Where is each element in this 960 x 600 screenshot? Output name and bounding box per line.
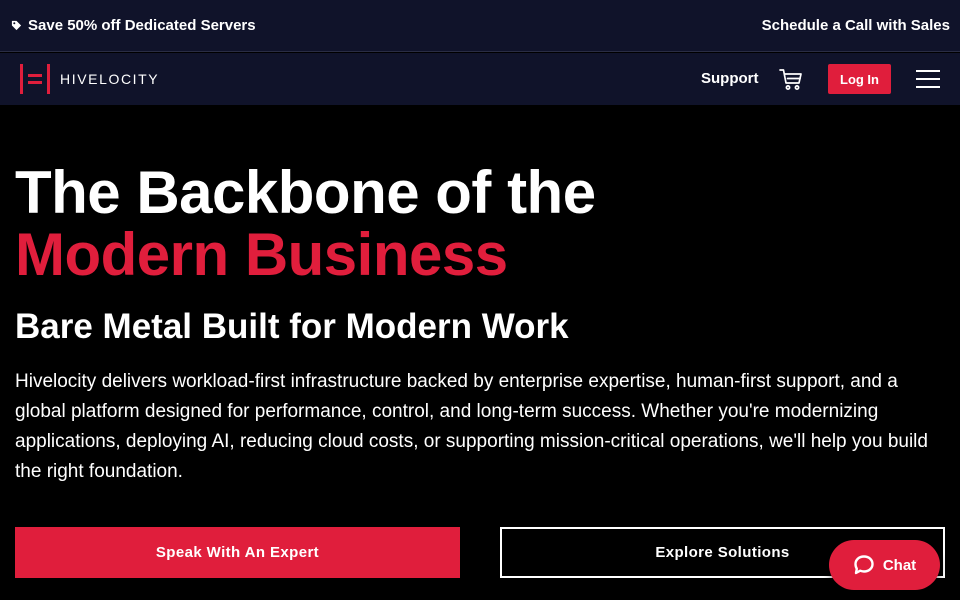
- promo-bar: Save 50% off Dedicated Servers Schedule …: [0, 0, 960, 52]
- cart-icon[interactable]: [779, 67, 803, 91]
- logo-text: HIVELOCITY: [60, 71, 160, 87]
- chat-button[interactable]: Chat: [829, 540, 940, 590]
- hero-subtitle: Bare Metal Built for Modern Work: [15, 307, 569, 346]
- schedule-call-link[interactable]: Schedule a Call with Sales: [762, 17, 950, 34]
- logo-mark-icon: [20, 64, 50, 94]
- hamburger-menu-icon[interactable]: [916, 69, 940, 89]
- logo[interactable]: HIVELOCITY: [20, 64, 159, 94]
- promo-link[interactable]: Save 50% off Dedicated Servers: [11, 17, 256, 34]
- chat-bubble-icon: [854, 555, 874, 575]
- promo-text: Save 50% off Dedicated Servers: [28, 17, 256, 34]
- chat-label: Chat: [882, 556, 917, 574]
- speak-with-expert-button[interactable]: Speak With An Expert: [15, 527, 460, 578]
- hero-title-line1: The Backbone of the: [15, 159, 596, 226]
- nav-support-link[interactable]: Support: [701, 70, 759, 87]
- hero-description: Hivelocity delivers workload-first infra…: [15, 371, 928, 482]
- hero-title-line2: Modern Business: [15, 221, 508, 288]
- hero-title: The Backbone of the Modern Business: [15, 162, 596, 286]
- tag-icon: [11, 20, 22, 31]
- main-navbar: HIVELOCITY Support: [0, 53, 960, 105]
- login-button[interactable]: Log In: [828, 64, 891, 94]
